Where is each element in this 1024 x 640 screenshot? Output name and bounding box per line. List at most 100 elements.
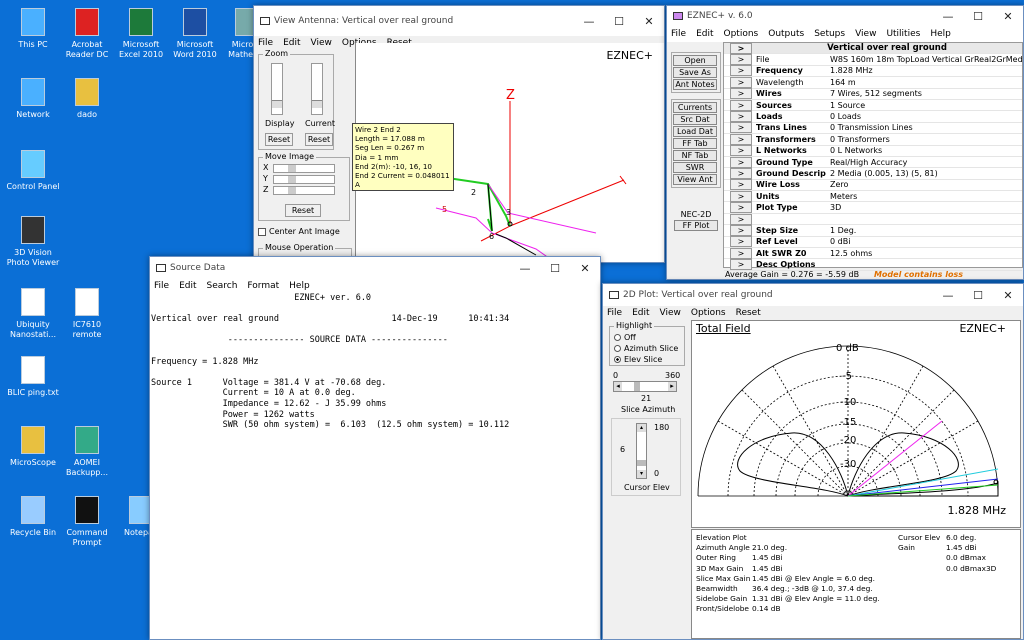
desktop-icon[interactable]: dado	[58, 76, 116, 120]
z-slider[interactable]	[273, 186, 335, 195]
desktop-icon[interactable]: Ubiquity Nanostati...	[4, 286, 62, 340]
desktop-icon[interactable]: Control Panel	[4, 148, 62, 192]
menu-edit[interactable]: Edit	[283, 38, 300, 48]
menu-file[interactable]: File	[154, 281, 169, 291]
model-row[interactable]: > Transformers 0 Transformers	[724, 133, 1022, 146]
menu-reset[interactable]: Reset	[736, 308, 761, 318]
header-arrow[interactable]: >	[730, 42, 752, 54]
source-data-window[interactable]: Source Data — ☐ ✕ File Edit Search Forma…	[149, 256, 601, 640]
menu-file[interactable]: File	[607, 308, 622, 318]
desktop-icon[interactable]: BLIC ping.txt	[4, 354, 62, 398]
model-row[interactable]: > Frequency 1.828 MHz	[724, 65, 1022, 78]
load-dat-button[interactable]: Load Dat	[673, 126, 717, 137]
display-reset-button[interactable]: Reset	[265, 133, 293, 146]
slice-azimuth-slider[interactable]: ◂ ▸	[613, 381, 677, 392]
model-row[interactable]: > Units Meters	[724, 190, 1022, 203]
row-arrow[interactable]: >	[730, 259, 752, 271]
plot-area[interactable]: Total Field EZNEC+ 0 dB -5 -10 -15 -20 -…	[691, 320, 1021, 528]
desktop-icon[interactable]: Network	[4, 76, 62, 120]
minimize-icon[interactable]: —	[933, 6, 963, 31]
model-row[interactable]: > Wire Loss Zero	[724, 179, 1022, 192]
minimize-icon[interactable]: —	[574, 6, 604, 36]
model-row[interactable]: >	[724, 213, 1022, 226]
nf-tab-button[interactable]: NF Tab	[673, 150, 717, 161]
model-row[interactable]: > Ground Type Real/High Accuracy	[724, 156, 1022, 169]
highlight-radio[interactable]: Azimuth Slice	[614, 343, 678, 354]
center-ant-checkbox[interactable]: Center Ant Image	[258, 227, 340, 236]
menu-edit[interactable]: Edit	[632, 308, 649, 318]
model-row[interactable]: > Sources 1 Source	[724, 99, 1022, 112]
model-row[interactable]: > Alt SWR Z0 12.5 ohms	[724, 247, 1022, 260]
src-dat-button[interactable]: Src Dat	[673, 114, 717, 125]
row-arrow[interactable]: >	[730, 156, 752, 168]
eznec-window[interactable]: EZNEC+ v. 6.0 — ☐ ✕ File Edit Options Ou…	[666, 5, 1024, 280]
ff-tab-button[interactable]: FF Tab	[673, 138, 717, 149]
desktop-icon[interactable]: Acrobat Reader DC	[58, 6, 116, 60]
desktop-icon[interactable]: AOMEI Backupp...	[58, 424, 116, 478]
row-arrow[interactable]: >	[730, 224, 752, 236]
model-row[interactable]: > Ground Descrip 2 Media (0.005, 13) (5, 8…	[724, 168, 1022, 180]
x-slider[interactable]	[273, 164, 335, 173]
maximize-icon[interactable]: ☐	[540, 257, 570, 283]
row-arrow[interactable]: >	[730, 179, 752, 191]
desktop-icon[interactable]: Recycle Bin	[4, 494, 62, 538]
menu-file[interactable]: File	[671, 29, 686, 39]
eznec-title-bar[interactable]: EZNEC+ v. 6.0 — ☐ ✕	[667, 6, 1023, 26]
row-arrow[interactable]: >	[730, 76, 752, 88]
model-row[interactable]: > Trans Lines 0 Transmission Lines	[724, 122, 1022, 135]
maximize-icon[interactable]: ☐	[604, 6, 634, 36]
row-arrow[interactable]: >	[730, 213, 752, 225]
model-row[interactable]: > Loads 0 Loads	[724, 111, 1022, 123]
desktop-icon[interactable]: 3D Vision Photo Viewer	[4, 214, 62, 268]
desktop-icon[interactable]: IC7610 remote	[58, 286, 116, 340]
maximize-icon[interactable]: ☐	[963, 284, 993, 310]
menu-options[interactable]: Options	[691, 308, 726, 318]
highlight-radio[interactable]: Off	[614, 332, 678, 343]
ff-plot-button[interactable]: FF Plot	[674, 220, 718, 231]
row-arrow[interactable]: >	[730, 168, 752, 179]
current-zoom-slider[interactable]	[311, 63, 323, 115]
row-arrow[interactable]: >	[730, 145, 752, 157]
menu-edit[interactable]: Edit	[179, 281, 196, 291]
highlight-radio[interactable]: Elev Slice	[614, 354, 678, 365]
menu-search[interactable]: Search	[207, 281, 238, 291]
antenna-canvas[interactable]: EZNEC+ Z 2 3 5 6 Wire 2 End 2 Length = 1…	[352, 43, 664, 262]
source-text[interactable]: EZNEC+ ver. 6.0 Vertical over real groun…	[151, 293, 509, 431]
model-row[interactable]: > Step Size 1 Deg.	[724, 224, 1022, 237]
model-row[interactable]: > L Networks 0 L Networks	[724, 145, 1022, 157]
model-row[interactable]: > Wires 7 Wires, 512 segments	[724, 88, 1022, 100]
row-arrow[interactable]: >	[730, 202, 752, 214]
antenna-title-bar[interactable]: View Antenna: Vertical over real ground …	[254, 6, 664, 36]
minimize-icon[interactable]: —	[510, 257, 540, 283]
move-reset-button[interactable]: Reset	[285, 204, 321, 217]
row-arrow[interactable]: >	[730, 99, 752, 111]
close-icon[interactable]: ✕	[570, 257, 600, 283]
desktop-icon[interactable]: MicroScope	[4, 424, 62, 468]
model-row[interactable]: > Ref Level 0 dBi	[724, 236, 1022, 249]
row-arrow[interactable]: >	[730, 236, 752, 248]
row-arrow[interactable]: >	[730, 190, 752, 202]
model-row[interactable]: > Plot Type 3D	[724, 202, 1022, 214]
desktop-icon[interactable]: Microsoft Excel 2010	[112, 6, 170, 60]
swr-button[interactable]: SWR	[673, 162, 717, 173]
row-arrow[interactable]: >	[730, 247, 752, 259]
menu-edit[interactable]: Edit	[696, 29, 713, 39]
row-arrow[interactable]: >	[730, 54, 752, 66]
model-row[interactable]: > Wavelength 164 m	[724, 76, 1022, 89]
model-row[interactable]: > File W8S 160m 18m TopLoad Vertical GrRea…	[724, 54, 1022, 66]
cursor-elev-slider[interactable]: ▴ ▾	[636, 423, 647, 479]
y-slider[interactable]	[273, 175, 335, 184]
close-icon[interactable]: ✕	[634, 6, 664, 36]
desktop-icon[interactable]: This PC	[4, 6, 62, 50]
view-ant-button[interactable]: View Ant	[673, 174, 717, 185]
open-button[interactable]: Open	[673, 55, 717, 66]
row-arrow[interactable]: >	[730, 88, 752, 100]
desktop-icon[interactable]: Command Prompt	[58, 494, 116, 548]
save-as-button[interactable]: Save As	[673, 67, 717, 78]
row-arrow[interactable]: >	[730, 111, 752, 123]
row-arrow[interactable]: >	[730, 122, 752, 134]
menu-help[interactable]: Help	[289, 281, 310, 291]
close-icon[interactable]: ✕	[993, 6, 1023, 31]
menu-format[interactable]: Format	[247, 281, 279, 291]
ant-notes-button[interactable]: Ant Notes	[673, 79, 717, 90]
